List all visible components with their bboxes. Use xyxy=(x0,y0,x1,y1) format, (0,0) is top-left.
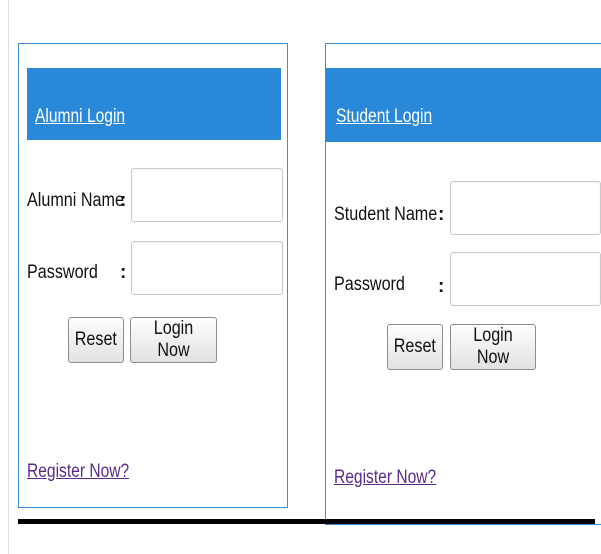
student-login-title[interactable]: Student Login xyxy=(336,106,432,128)
student-name-label: Student Name xyxy=(334,204,438,225)
alumni-register-link[interactable]: Register Now? xyxy=(27,461,129,483)
alumni-reset-button[interactable]: Reset xyxy=(68,317,124,363)
student-reset-button[interactable]: Reset xyxy=(387,324,443,370)
student-password-label: Password xyxy=(334,274,405,295)
student-password-colon: : xyxy=(438,276,445,297)
student-name-colon: : xyxy=(438,204,445,225)
alumni-login-header: Alumni Login xyxy=(27,68,281,140)
page-left-divider xyxy=(8,0,9,554)
student-reset-label: Reset xyxy=(393,336,437,357)
student-name-input[interactable] xyxy=(450,181,601,235)
bottom-divider xyxy=(18,519,595,524)
student-login-button[interactable]: Login Now xyxy=(450,324,536,370)
alumni-name-colon: : xyxy=(120,190,127,211)
alumni-login-button[interactable]: Login Now xyxy=(130,317,217,363)
alumni-password-label: Password xyxy=(27,262,98,283)
alumni-login-label: Login Now xyxy=(153,318,194,361)
alumni-reset-label: Reset xyxy=(74,329,118,350)
alumni-name-label: Alumni Name xyxy=(27,190,124,211)
alumni-login-panel: Alumni Login Alumni Name : Password : Re… xyxy=(18,43,288,508)
student-login-header: Student Login xyxy=(326,68,601,142)
student-login-label: Login Now xyxy=(473,325,513,368)
student-login-panel: Student Login Student Name : Password : … xyxy=(325,43,601,525)
alumni-name-input[interactable] xyxy=(131,168,283,222)
alumni-login-title[interactable]: Alumni Login xyxy=(35,106,125,128)
student-password-input[interactable] xyxy=(450,252,601,306)
alumni-password-colon: : xyxy=(120,262,127,283)
student-register-link[interactable]: Register Now? xyxy=(334,467,436,489)
alumni-password-input[interactable] xyxy=(131,241,283,295)
